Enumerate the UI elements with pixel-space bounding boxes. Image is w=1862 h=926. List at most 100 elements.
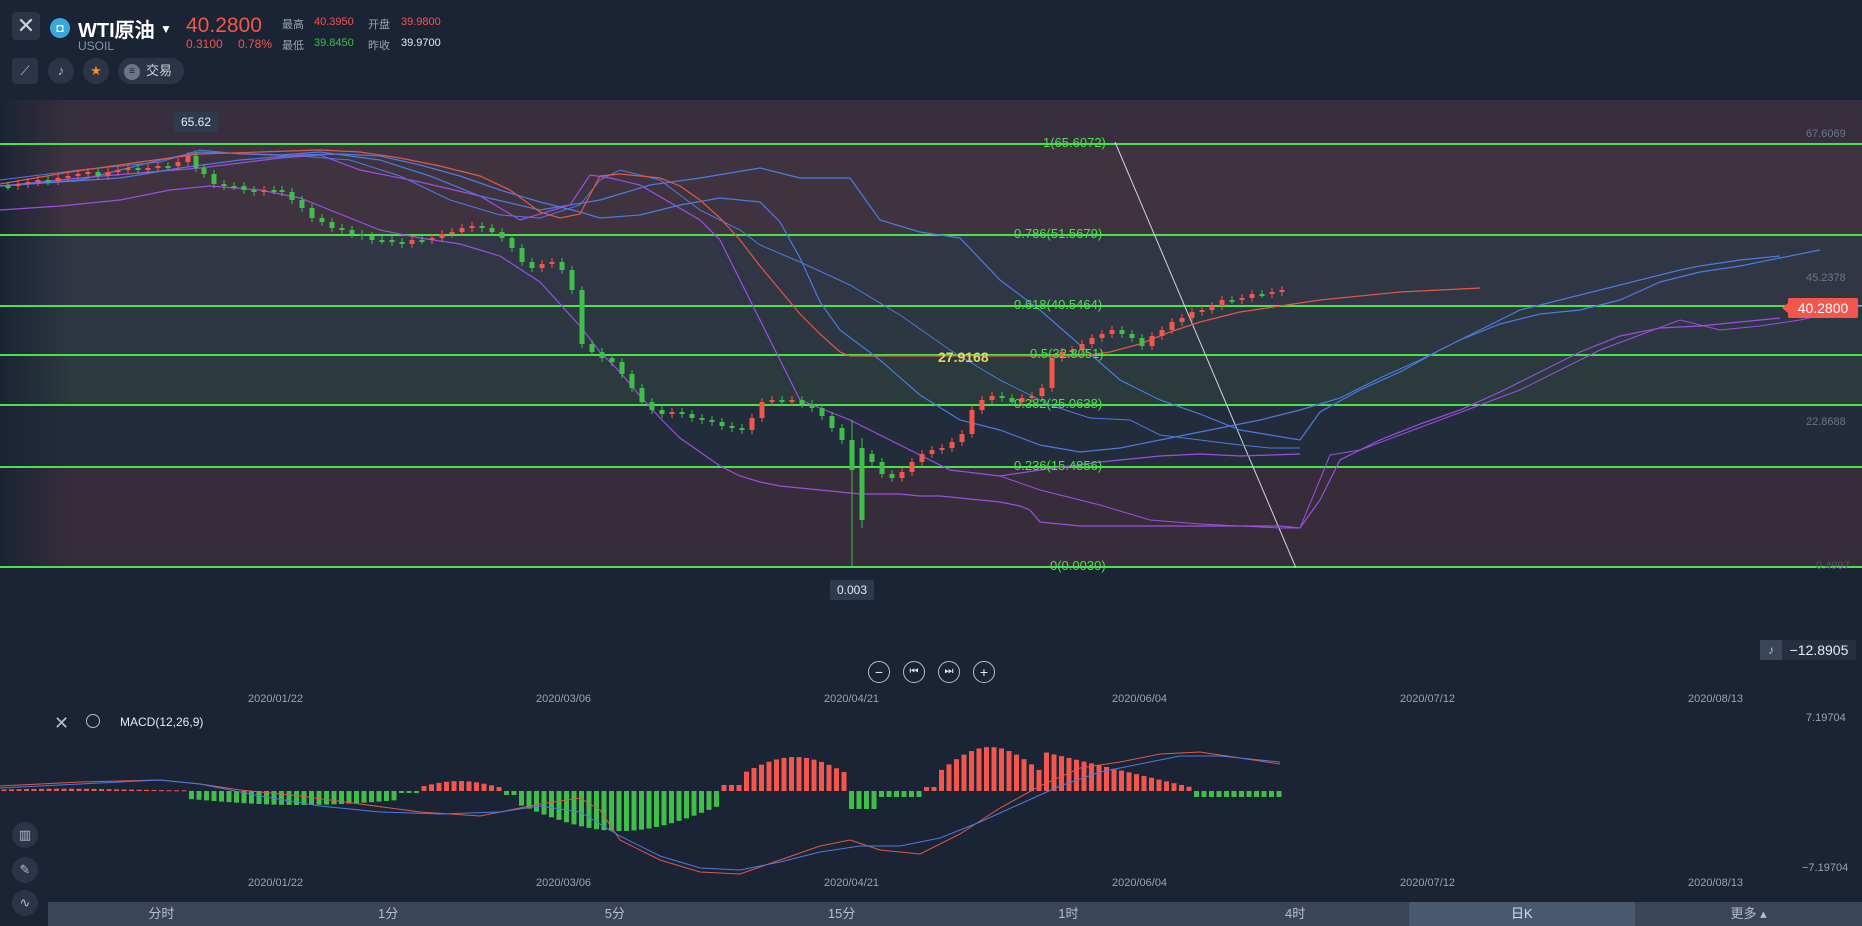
macd-bar	[991, 747, 997, 791]
price-tag-arrow	[1782, 303, 1788, 313]
fib-zone	[0, 467, 1862, 567]
macd-bar	[819, 761, 824, 791]
macd-bar	[196, 791, 202, 800]
candlestick-icon[interactable]: ▥	[12, 822, 38, 848]
macd-bar	[1194, 791, 1199, 797]
candle-body	[549, 262, 555, 264]
macd-bar	[1171, 783, 1177, 791]
indicator-icon[interactable]: ∿	[12, 890, 38, 916]
macd-title: MACD(12,26,9)	[120, 715, 204, 729]
price-chart[interactable]	[0, 0, 1862, 926]
timeframe-tab[interactable]: 日K	[1408, 902, 1636, 926]
macd-bar	[579, 791, 584, 827]
macd-bar	[616, 791, 622, 831]
macd-bar	[1246, 791, 1252, 797]
macd-bar	[841, 771, 847, 791]
candle-body	[799, 400, 805, 404]
candle-body	[759, 402, 765, 418]
macd-bar	[549, 791, 554, 818]
macd-bar	[1006, 750, 1012, 791]
macd-bar	[256, 791, 262, 805]
macd-bar	[571, 791, 577, 825]
scroll-end-button[interactable]: ⏭	[938, 661, 960, 683]
macd-bar	[151, 790, 157, 792]
macd-bar	[759, 764, 764, 791]
candle-body	[499, 232, 505, 238]
zoom-out-button[interactable]: −	[868, 661, 890, 683]
macd-bar	[856, 791, 862, 809]
macd-bar	[1119, 770, 1124, 791]
macd-bar	[459, 781, 464, 791]
candle-body	[155, 166, 161, 168]
candle-body	[1129, 334, 1135, 338]
macd-bar	[534, 791, 539, 812]
price-axis-label-low: 22.8688	[1806, 416, 1846, 428]
macd-bar	[511, 791, 517, 795]
macd-bar	[646, 791, 652, 829]
candle-body	[829, 416, 835, 428]
candle-body	[1219, 300, 1225, 306]
timeframe-tab[interactable]: 15分	[728, 902, 955, 926]
candle-body	[25, 182, 31, 184]
candle-body	[15, 184, 21, 186]
timeframe-tab[interactable]: 5分	[502, 902, 729, 926]
candle-body	[1179, 318, 1185, 322]
timeframe-tab[interactable]: 更多 ▴	[1635, 902, 1862, 926]
candle-body	[45, 180, 51, 182]
macd-bar	[1074, 759, 1079, 791]
macd-bar	[114, 789, 119, 791]
zoom-in-button[interactable]: +	[973, 661, 995, 683]
macd-bar	[249, 791, 254, 804]
candle-body	[1199, 310, 1205, 312]
timeframe-tab[interactable]: 分时	[48, 902, 275, 926]
macd-bar	[219, 791, 224, 802]
macd-bar	[669, 791, 674, 824]
candle-body	[201, 168, 207, 174]
macd-bar	[406, 791, 412, 793]
macd-bar	[1066, 757, 1072, 791]
candle-body	[399, 242, 405, 244]
macd-bar	[286, 791, 292, 805]
macd-bar	[39, 788, 44, 791]
macd-bar	[744, 771, 749, 791]
timeframe-tab[interactable]: 1时	[955, 902, 1182, 926]
candle-body	[519, 248, 525, 262]
macd-bar	[909, 791, 914, 797]
timeframe-tab[interactable]: 1分	[275, 902, 502, 926]
fib-zone	[0, 100, 1862, 144]
macd-bar	[834, 768, 839, 791]
scroll-start-button[interactable]: ⏮	[903, 661, 925, 683]
close-macd-icon[interactable]: ✕	[54, 713, 69, 734]
macd-bar	[601, 791, 607, 831]
macd-x-axis-date: 2020/07/12	[1400, 877, 1456, 889]
timeframe-tab[interactable]: 4时	[1182, 902, 1409, 926]
alert-value-box[interactable]: ♪ −12.8905	[1760, 640, 1856, 660]
candle-body	[115, 170, 121, 172]
alert-bell-icon[interactable]: ♪	[1760, 640, 1782, 660]
candle-body	[261, 190, 267, 192]
macd-bar	[1134, 774, 1139, 791]
macd-bar	[54, 788, 59, 791]
candle-body	[569, 270, 575, 290]
pencil-icon[interactable]: ✎	[12, 857, 38, 883]
candle-body	[349, 230, 355, 234]
fib-label: 0.618(40.5464)	[1014, 297, 1103, 312]
macd-bar	[1156, 779, 1162, 791]
candle-body	[789, 400, 795, 402]
x-axis-date: 2020/06/04	[1112, 693, 1168, 705]
macd-bar	[1096, 765, 1102, 791]
macd-bar	[706, 791, 712, 810]
candle-body	[135, 168, 141, 170]
macd-bar	[984, 747, 989, 791]
fib-zone	[0, 355, 1862, 405]
macd-bar	[766, 761, 772, 791]
macd-bar	[181, 790, 187, 792]
macd-bar	[496, 787, 502, 791]
macd-bar	[1201, 791, 1207, 797]
candle-body	[639, 388, 645, 402]
x-axis-date: 2020/04/21	[824, 693, 880, 705]
price-axis-label-mid: 45.2378	[1806, 272, 1846, 284]
settings-icon[interactable]	[86, 714, 100, 728]
macd-bar	[796, 757, 802, 791]
macd-bar	[376, 791, 382, 802]
